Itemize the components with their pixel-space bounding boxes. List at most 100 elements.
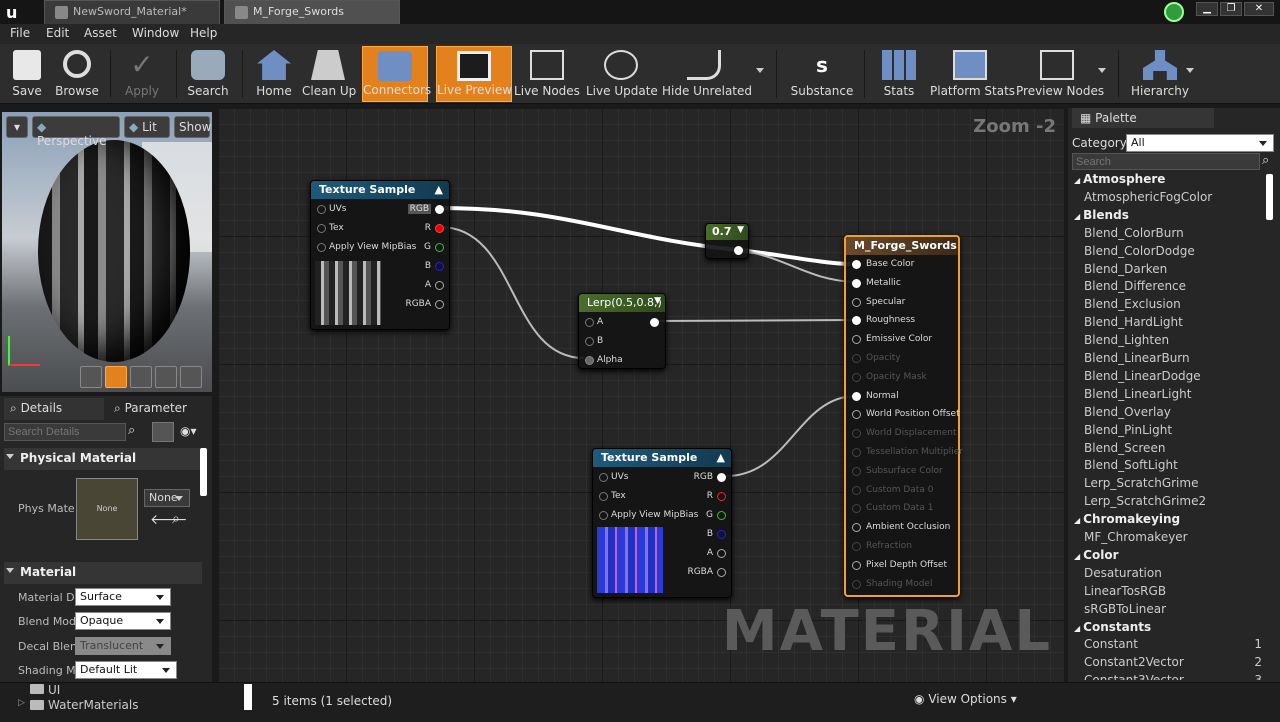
node-header[interactable]: Texture Sample ▲ — [311, 181, 449, 199]
result-pin[interactable] — [852, 542, 861, 551]
hierarchy-button[interactable]: Hierarchy — [1130, 46, 1190, 102]
palette-item[interactable]: Blend_Overlay — [1084, 405, 1171, 419]
pin-mipbias[interactable] — [317, 243, 326, 252]
material-domain-dropdown[interactable]: Surface — [75, 588, 171, 606]
collapse-icon[interactable]: ▲ — [435, 183, 443, 196]
search-button[interactable]: Search — [182, 46, 234, 102]
result-pin[interactable] — [852, 504, 861, 514]
palette-item[interactable]: Blend_Difference — [1084, 279, 1186, 293]
node-header[interactable]: M_Forge_Swords — [846, 237, 958, 255]
pin-tex[interactable] — [317, 224, 326, 233]
tab-parameter[interactable]: ⌕ Parameter — [108, 398, 208, 420]
collapse-icon[interactable]: ▼ — [654, 296, 661, 306]
palette-item[interactable]: Blend_Lighten — [1084, 333, 1169, 347]
result-pin[interactable] — [852, 335, 861, 345]
result-pin[interactable] — [852, 579, 861, 589]
pin-uvs[interactable] — [599, 473, 608, 482]
palette-item[interactable]: Constant — [1084, 637, 1138, 651]
plane-preview-button[interactable] — [130, 366, 152, 388]
palette-search-icon[interactable]: ⌕ — [1262, 153, 1269, 168]
pin-rgba[interactable] — [435, 300, 444, 309]
texture-sample-node-1[interactable]: Texture Sample ▲ UVs Tex Apply View MipBi… — [310, 180, 450, 330]
result-pin[interactable] — [852, 560, 861, 570]
texture-sample-node-2[interactable]: Texture Sample ▲ UVs Tex Apply View MipBi… — [592, 448, 732, 598]
pin-rgb[interactable] — [717, 473, 726, 482]
eye-icon[interactable]: ◉▾ — [180, 424, 197, 438]
pin-r[interactable] — [435, 224, 444, 233]
result-pin[interactable] — [852, 372, 861, 382]
lerp-node[interactable]: Lerp(0.5,0.8,) ▼ A B Alpha — [578, 293, 666, 369]
connectors-button[interactable]: Connectors — [362, 46, 431, 102]
hierarchy-chevron-icon[interactable] — [1186, 68, 1194, 73]
decal-blend-dropdown[interactable]: Translucent — [75, 637, 171, 655]
node-header[interactable]: 0.7 ▼ — [706, 224, 748, 240]
save-button[interactable]: Save — [4, 46, 50, 102]
pin-g[interactable] — [435, 243, 444, 252]
browse-button[interactable]: Browse — [52, 46, 102, 102]
category-material[interactable]: Material — [4, 562, 202, 584]
minimize-button[interactable]: ▁ — [1196, 2, 1218, 16]
grid-view-icon[interactable] — [152, 422, 174, 442]
node-header[interactable]: Texture Sample ▲ — [593, 449, 731, 467]
pin-rgba[interactable] — [717, 568, 726, 577]
palette-category[interactable]: ◢ Blends — [1074, 208, 1129, 222]
pin-b[interactable] — [585, 337, 594, 346]
cube-preview-button[interactable] — [155, 366, 177, 388]
material-result-node[interactable]: M_Forge_Swords Base Color Metallic Specula… — [844, 235, 963, 597]
palette-category[interactable]: ◢ Color — [1074, 548, 1118, 562]
palette-category[interactable]: ◢ Constants — [1074, 620, 1151, 634]
preview-nodes-button[interactable]: Preview Nodes — [1016, 46, 1104, 102]
folder-tree-scrollbar[interactable] — [244, 684, 252, 710]
pin-g[interactable] — [717, 511, 726, 520]
lit-button[interactable]: ◆ Lit — [124, 116, 170, 138]
menu-window[interactable]: Window — [132, 26, 179, 40]
result-pin[interactable] — [852, 316, 861, 326]
palette-item[interactable]: Blend_PinLight — [1084, 423, 1172, 437]
result-pin[interactable] — [852, 466, 861, 476]
more-options-chevron-icon[interactable] — [756, 68, 764, 73]
live-update-button[interactable]: Live Update — [586, 46, 658, 102]
palette-item[interactable]: AtmosphericFogColor — [1084, 190, 1212, 204]
folder-watermaterials[interactable]: WaterMaterials — [48, 698, 138, 712]
cylinder-preview-button[interactable] — [80, 366, 102, 388]
palette-item[interactable]: Desaturation — [1084, 566, 1162, 580]
palette-scrollbar[interactable] — [1266, 174, 1273, 220]
details-scrollbar[interactable] — [200, 448, 207, 496]
menu-help[interactable]: Help — [190, 26, 217, 40]
palette-item[interactable]: LinearTosRGB — [1084, 584, 1166, 598]
menu-edit[interactable]: Edit — [46, 26, 69, 40]
cleanup-button[interactable]: Clean Up — [302, 46, 356, 102]
pin-a[interactable] — [585, 318, 594, 327]
result-pin[interactable] — [852, 278, 861, 288]
platform-stats-button[interactable]: Platform Stats — [930, 46, 1015, 102]
hide-unrelated-button[interactable]: Hide Unrelated — [662, 46, 752, 102]
live-nodes-button[interactable]: Live Nodes — [514, 46, 580, 102]
tab-palette[interactable]: ▦ Palette — [1072, 108, 1214, 128]
result-pin[interactable] — [852, 297, 861, 307]
result-pin[interactable] — [852, 391, 861, 401]
phys-material-thumbnail[interactable]: None — [76, 478, 138, 540]
collapse-icon[interactable]: ▲ — [717, 451, 725, 464]
view-options-button[interactable]: ◉ View Options ▾ — [914, 692, 1017, 706]
palette-item[interactable]: Blend_LinearLight — [1084, 387, 1191, 401]
folder-ui[interactable]: UI — [48, 683, 60, 697]
constant-node[interactable]: 0.7 ▼ — [705, 223, 749, 259]
apply-button[interactable]: ✓ Apply — [116, 46, 168, 102]
palette-item[interactable]: Blend_ColorDodge — [1084, 244, 1195, 258]
palette-item[interactable]: Blend_LinearBurn — [1084, 351, 1190, 365]
sphere-preview-button[interactable] — [105, 366, 127, 388]
home-button[interactable]: Home — [250, 46, 298, 102]
live-preview-button[interactable]: Live Preview — [436, 46, 512, 102]
pin-b[interactable] — [717, 530, 726, 539]
preview-nodes-chevron-icon[interactable] — [1098, 68, 1106, 73]
pin-a[interactable] — [435, 281, 444, 290]
palette-item[interactable]: Blend_ColorBurn — [1084, 226, 1184, 240]
menu-asset[interactable]: Asset — [84, 26, 117, 40]
blend-mode-dropdown[interactable]: Opaque — [75, 612, 171, 630]
result-pin[interactable] — [852, 260, 861, 269]
menu-file[interactable]: File — [10, 26, 30, 40]
stats-button[interactable]: Stats — [876, 46, 922, 102]
result-pin[interactable] — [852, 410, 861, 420]
pin-output[interactable] — [734, 246, 743, 255]
tab-newsword-material[interactable]: NewSword_Material* — [44, 0, 220, 24]
